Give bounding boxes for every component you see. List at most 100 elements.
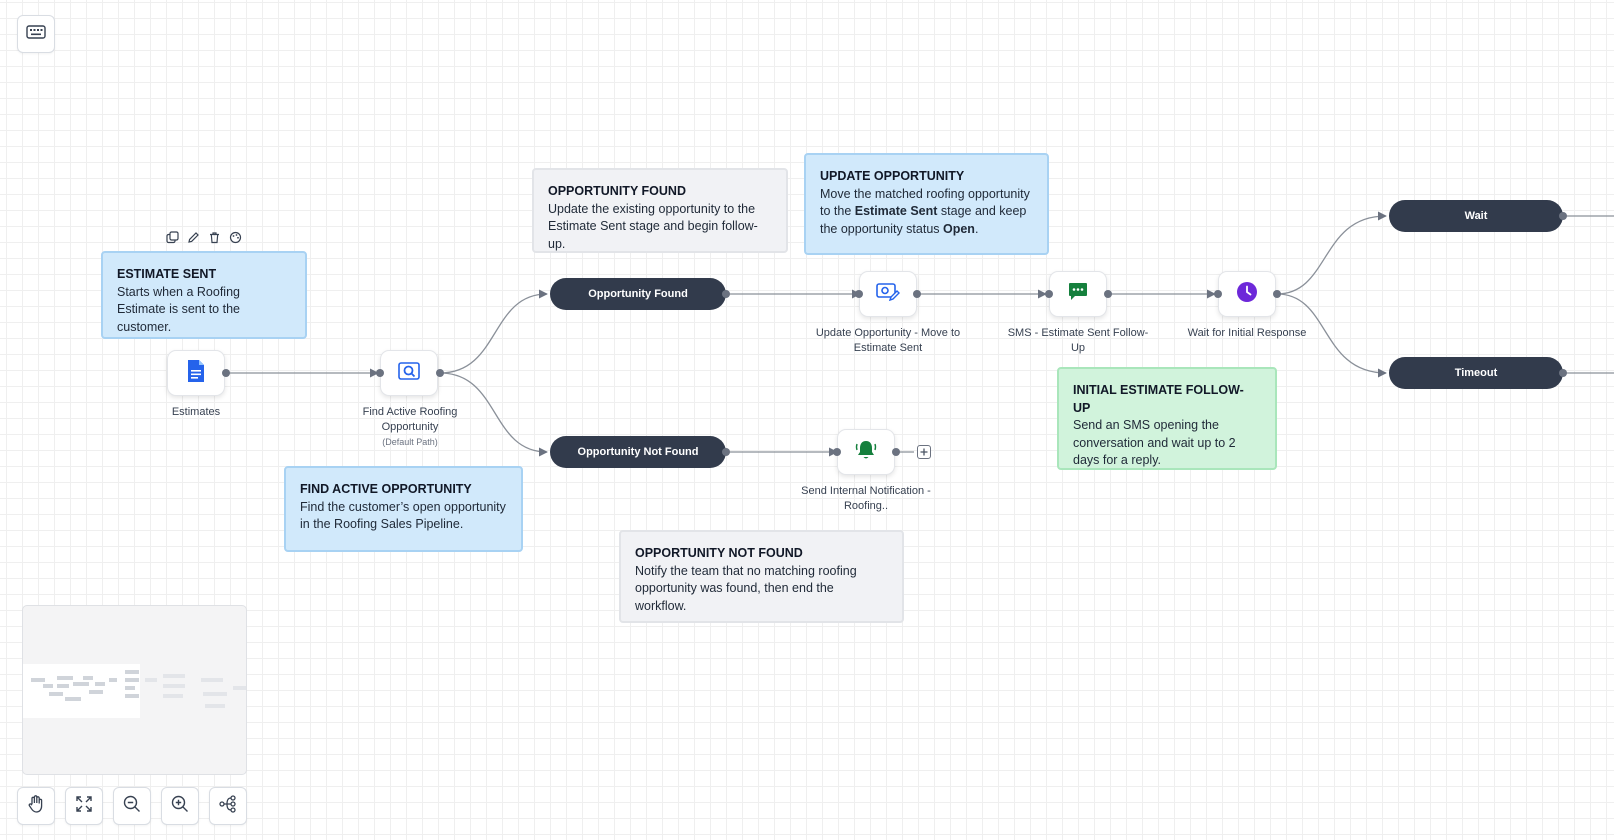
- minimap-block: [205, 704, 225, 708]
- minimap[interactable]: [22, 605, 247, 775]
- minimap-block: [109, 678, 117, 682]
- branch-opportunity-not-found[interactable]: Opportunity Not Found: [550, 436, 726, 468]
- node-estimates-label: Estimates: [171, 406, 221, 418]
- note-body: Update the existing opportunity to the E…: [548, 201, 758, 251]
- auto-layout-button[interactable]: [209, 787, 247, 825]
- zoom-in-icon: [170, 794, 190, 819]
- handle-dot[interactable]: [1104, 290, 1112, 298]
- minimap-block: [233, 686, 246, 690]
- note-title: UPDATE OPPORTUNITY: [820, 169, 965, 183]
- note-title: INITIAL ESTIMATE FOLLOW-UP: [1073, 383, 1244, 415]
- node-sms-estimate-sent[interactable]: [1049, 271, 1107, 317]
- handle-dot[interactable]: [1559, 369, 1567, 377]
- minimap-block: [83, 676, 93, 680]
- note-body: Send an SMS opening the conversation and…: [1073, 418, 1236, 467]
- handle-dot[interactable]: [855, 290, 863, 298]
- document-icon: [186, 359, 206, 388]
- note-initial-estimate-follow-up[interactable]: INITIAL ESTIMATE FOLLOW-UP Send an SMS o…: [1057, 367, 1277, 470]
- node-path-label: (Default Path): [382, 437, 438, 447]
- minimap-block: [43, 684, 53, 688]
- minimap-block: [95, 682, 105, 686]
- plus-icon: [920, 448, 928, 456]
- edge-find-found: [439, 289, 548, 374]
- handle-dot[interactable]: [1559, 212, 1567, 220]
- branch-timeout[interactable]: Timeout: [1389, 357, 1563, 389]
- handle-dot[interactable]: [222, 369, 230, 377]
- minimap-block: [49, 692, 63, 696]
- minimap-block: [163, 674, 185, 678]
- node-find-active-roofing-opportunity[interactable]: [380, 350, 438, 396]
- search-icon: [398, 361, 420, 385]
- chat-icon: [1068, 282, 1088, 306]
- note-update-opportunity[interactable]: UPDATE OPPORTUNITY Move the matched roof…: [804, 153, 1049, 255]
- fit-view-icon: [74, 794, 94, 819]
- bell-icon: [855, 439, 877, 466]
- edit-icon[interactable]: [187, 231, 200, 244]
- note-body: Starts when a Roofing Estimate is sent t…: [117, 284, 240, 334]
- minimap-block: [65, 697, 81, 701]
- minimap-block: [31, 678, 45, 682]
- branch-wait[interactable]: Wait: [1389, 200, 1563, 232]
- minimap-block: [163, 694, 183, 698]
- note-title: OPPORTUNITY FOUND: [548, 184, 686, 198]
- handle-dot[interactable]: [1273, 290, 1281, 298]
- edge-wait-branch: [1276, 211, 1387, 295]
- node-update-opportunity-label: Update Opportunity - Move to Estimate Se…: [815, 327, 961, 354]
- note-body: Notify the team that no matching roofing…: [635, 563, 857, 613]
- node-notification-label: Send Internal Notification - Roofing..: [801, 485, 931, 512]
- minimap-block: [125, 670, 139, 674]
- zoom-out-icon: [122, 794, 142, 819]
- node-update-opportunity[interactable]: [859, 271, 917, 317]
- handle-dot[interactable]: [833, 448, 841, 456]
- note-toolbar: [166, 231, 242, 244]
- minimap-block: [203, 692, 227, 696]
- node-wait-label: Wait for Initial Response: [1187, 327, 1307, 339]
- handle-dot[interactable]: [1045, 290, 1053, 298]
- minimap-block: [163, 684, 185, 688]
- node-sms-label: SMS - Estimate Sent Follow-Up: [1007, 327, 1149, 354]
- minimap-block: [57, 684, 69, 688]
- node-wait-for-initial-response[interactable]: [1218, 271, 1276, 317]
- handle-dot[interactable]: [722, 448, 730, 456]
- handle-dot[interactable]: [722, 290, 730, 298]
- pan-mode-button[interactable]: [17, 787, 55, 825]
- note-find-active-opportunity[interactable]: FIND ACTIVE OPPORTUNITY Find the custome…: [284, 466, 523, 552]
- add-step-button[interactable]: [917, 445, 931, 459]
- layout-icon: [218, 794, 238, 819]
- duplicate-icon[interactable]: [166, 231, 179, 244]
- branch-opportunity-found[interactable]: Opportunity Found: [550, 278, 726, 310]
- node-find-active-label: Find Active Roofing Opportunity (Default …: [362, 406, 458, 447]
- note-title: ESTIMATE SENT: [117, 267, 217, 281]
- note-body: Move the matched roofing opportunity to …: [820, 186, 1030, 236]
- zoom-in-button[interactable]: [161, 787, 199, 825]
- clock-icon: [1236, 281, 1258, 308]
- handle-dot[interactable]: [892, 448, 900, 456]
- minimap-block: [89, 690, 103, 694]
- handle-dot[interactable]: [913, 290, 921, 298]
- update-opportunity-icon: [876, 282, 900, 307]
- handle-dot[interactable]: [376, 369, 384, 377]
- delete-icon[interactable]: [208, 231, 221, 244]
- minimap-block: [125, 694, 139, 698]
- minimap-viewport[interactable]: [23, 664, 140, 718]
- note-opportunity-not-found[interactable]: OPPORTUNITY NOT FOUND Notify the team th…: [619, 530, 904, 623]
- minimap-block: [125, 678, 139, 682]
- node-estimates[interactable]: [167, 350, 225, 396]
- handle-dot[interactable]: [1214, 290, 1222, 298]
- minimap-block: [125, 686, 135, 690]
- note-title: OPPORTUNITY NOT FOUND: [635, 546, 803, 560]
- note-body: Find the customer’s open opportunity in …: [300, 499, 506, 532]
- note-estimate-sent[interactable]: ESTIMATE SENT Starts when a Roofing Esti…: [101, 251, 307, 339]
- note-opportunity-found[interactable]: OPPORTUNITY FOUND Update the existing op…: [532, 168, 788, 253]
- minimap-block: [57, 676, 73, 680]
- node-send-internal-notification[interactable]: [837, 429, 895, 475]
- zoom-out-button[interactable]: [113, 787, 151, 825]
- hand-icon: [26, 794, 46, 819]
- minimap-block: [201, 678, 223, 682]
- note-title: FIND ACTIVE OPPORTUNITY: [300, 482, 472, 496]
- minimap-block: [145, 678, 157, 682]
- handle-dot[interactable]: [436, 369, 444, 377]
- minimap-block: [73, 682, 89, 686]
- palette-icon[interactable]: [229, 231, 242, 244]
- fit-view-button[interactable]: [65, 787, 103, 825]
